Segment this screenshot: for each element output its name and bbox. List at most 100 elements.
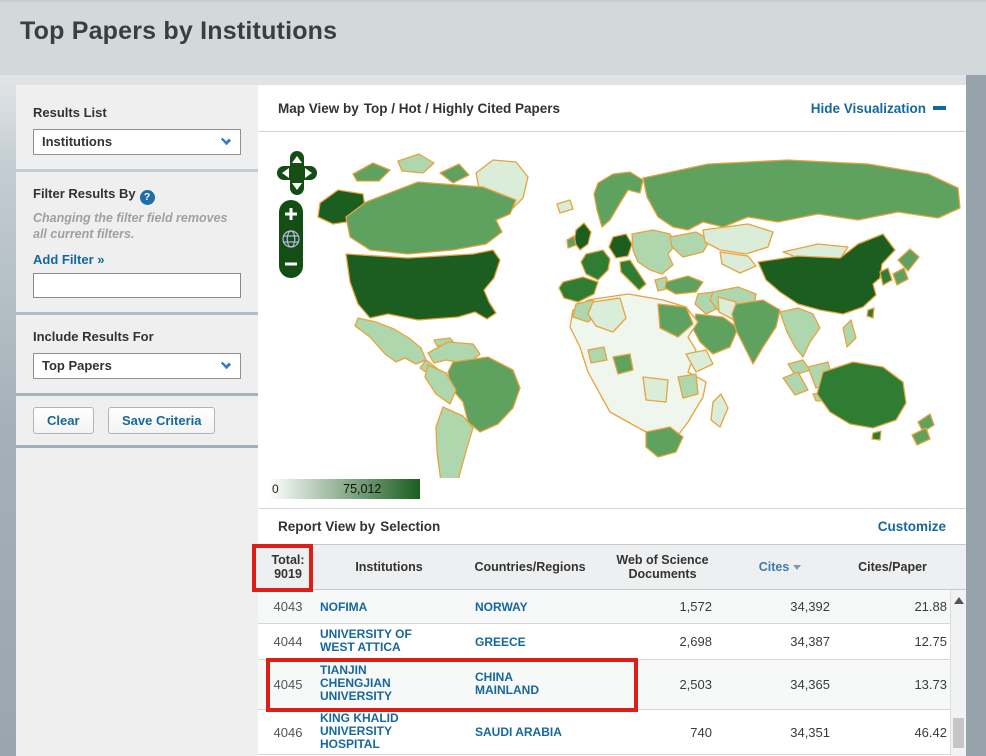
map-region-south-korea[interactable] [880,268,892,285]
map-region-india[interactable] [732,300,780,364]
filter-label: Filter Results By? [33,186,241,205]
scroll-up-icon[interactable] [954,597,964,604]
include-results-section: Include Results For Top Papers [16,315,258,393]
country-link[interactable]: SAUDI ARABIA [475,726,575,739]
results-list-label: Results List [33,105,241,120]
include-results-value: Top Papers [42,358,112,373]
include-results-label: Include Results For [33,329,241,344]
map-region-ireland[interactable] [567,236,576,248]
page-title: Top Papers by Institutions [20,17,337,46]
filter-input[interactable] [33,273,241,298]
table-row: 4044 UNIVERSITY OF WEST ATTICA GREECE 2,… [258,624,966,660]
right-margin-strip [966,75,986,756]
map-region-kazakhstan[interactable] [703,224,773,254]
save-criteria-button[interactable]: Save Criteria [108,407,216,434]
country-link[interactable]: GREECE [475,636,575,649]
chevron-down-icon [221,359,231,369]
map-region-russia[interactable] [643,160,960,230]
map-region-spain[interactable] [559,277,598,302]
map-region-iceland[interactable] [557,200,573,213]
map-region-usa[interactable] [346,250,500,320]
map-region-arctic-islands[interactable] [440,164,469,183]
legend-min: 0 [272,482,279,496]
countries-header: Countries/Regions [460,560,600,574]
map-region-madagascar[interactable] [711,394,728,427]
help-icon[interactable]: ? [140,190,155,205]
map-region-uk[interactable] [574,223,591,250]
institution-link[interactable]: TIANJIN CHENGJIAN UNIVERSITY [320,664,430,703]
map-region-japan[interactable] [898,249,919,271]
map-region-tasmania[interactable] [872,431,881,440]
map-region-france[interactable] [581,250,610,280]
map-region-mexico[interactable] [355,318,426,364]
table-row: 4046 KING KHALID UNIVERSITY HOSPITAL SAU… [258,710,966,755]
map-zoom-control[interactable] [279,200,303,278]
map-region-horn-of-africa[interactable] [686,350,713,372]
map-region-se-asia[interactable] [780,308,820,357]
institution-link[interactable]: KING KHALID UNIVERSITY HOSPITAL [320,712,430,751]
main-panel: Map View by Top / Hot / Highly Cited Pap… [258,85,966,756]
map-legend: 0 75,012 [268,479,420,499]
table-row-highlighted: 4045 TIANJIN CHENGJIAN UNIVERSITY CHINA … [258,660,966,710]
total-header: Total: 9019 [258,553,318,581]
map-region-new-zealand[interactable] [912,428,930,445]
clear-button[interactable]: Clear [33,407,94,434]
results-list-section: Results List Institutions [16,85,258,169]
map-region-canada[interactable] [346,182,516,254]
table-body: 4043 NOFIMA NORWAY 1,572 34,392 21.88 40… [258,590,966,756]
map-region-philippines[interactable] [843,320,856,347]
map-pan-control[interactable] [276,150,318,196]
legend-max: 75,012 [343,482,381,496]
institutions-header: Institutions [318,560,460,574]
sidebar: Results List Institutions Filter Results… [16,85,258,756]
criteria-buttons-section: Clear Save Criteria [16,396,258,445]
minus-icon [933,106,946,110]
map-region-scandinavia[interactable] [594,172,643,227]
institution-link[interactable]: UNIVERSITY OF WEST ATTICA [320,628,430,654]
map-view-label: Map View by [278,101,359,116]
map-region-japan[interactable] [893,268,908,285]
sidebar-filler [16,448,258,756]
filter-note: Changing the filter field removes all cu… [33,211,241,242]
report-view-label: Report View by [278,519,375,534]
sort-caret-icon [793,565,801,570]
map-view-title: Top / Hot / Highly Cited Papers [364,101,560,116]
cites-sort-header[interactable]: Cites [725,560,835,574]
map-region-congo[interactable] [643,377,668,402]
map-region-germany[interactable] [609,234,632,258]
results-list-select[interactable]: Institutions [33,129,241,155]
hide-visualization-link[interactable]: Hide Visualization [811,101,946,116]
country-link[interactable]: NORWAY [475,601,575,614]
map-region-arctic-islands[interactable] [353,163,390,181]
map-region-taiwan[interactable] [867,308,874,318]
customize-link[interactable]: Customize [878,519,946,534]
map-region-eastern-europe[interactable] [632,230,676,274]
map-region-arctic-islands[interactable] [398,154,434,173]
table-header-row: Total: 9019 Institutions Countries/Regio… [258,544,966,590]
map-region-australia[interactable] [817,362,906,428]
map-regions [318,154,960,478]
cites-per-paper-header: Cites/Paper [835,560,950,574]
chevron-down-icon [221,135,231,145]
map-region-turkey[interactable] [665,276,703,294]
results-list-value: Institutions [42,134,112,149]
map-region-west-africa[interactable] [588,347,607,363]
map-area: 0 75,012 [258,132,966,509]
filter-section: Filter Results By? Changing the filter f… [16,172,258,312]
report-view-title: Selection [380,519,440,534]
page-header: Top Papers by Institutions [0,0,986,75]
table-scrollbar[interactable] [950,590,966,756]
map-region-saudi-arabia[interactable] [692,314,738,354]
wos-documents-header: Web of Science Documents [600,553,725,581]
map-region-indonesia[interactable] [783,372,808,395]
include-results-select[interactable]: Top Papers [33,353,241,379]
map-region-central-asia[interactable] [720,252,756,273]
institution-link[interactable]: NOFIMA [320,601,430,614]
report-view-header: Report View by Selection Customize [258,509,966,544]
world-choropleth-map[interactable] [258,132,966,478]
add-filter-link[interactable]: Add Filter » [33,252,241,267]
table-row: 4043 NOFIMA NORWAY 1,572 34,392 21.88 [258,590,966,624]
map-view-header: Map View by Top / Hot / Highly Cited Pap… [258,85,966,132]
country-link[interactable]: CHINA MAINLAND [475,671,575,697]
scrollbar-thumb[interactable] [953,718,964,748]
